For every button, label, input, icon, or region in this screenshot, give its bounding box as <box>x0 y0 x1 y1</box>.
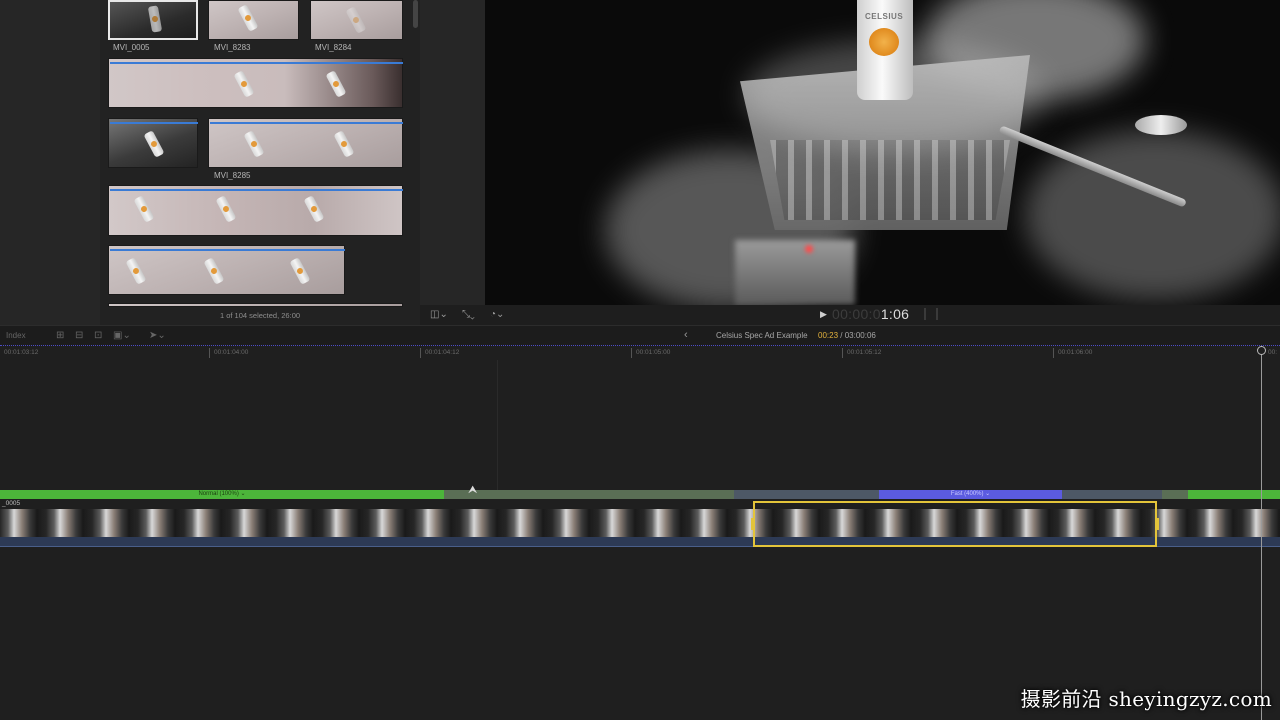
ruler-tick: 00:01:06:00 <box>1058 349 1093 356</box>
celsius-can: CELSIUS <box>857 0 913 100</box>
clip-filmstrip[interactable] <box>108 245 345 295</box>
ruler-tick: 00:01:05:12 <box>847 349 882 356</box>
audio-meter-icon <box>924 308 938 320</box>
media-browser: MVI_0005 MVI_8283 MVI_8284 MVI_8285 1 of… <box>0 0 420 325</box>
clip-thumbnail-mvi-8284[interactable] <box>310 0 403 40</box>
retime-ramp-segment[interactable] <box>734 490 879 499</box>
clip-filmstrip-mvi-8285[interactable] <box>208 118 403 168</box>
skimmer-line <box>497 360 498 490</box>
play-button[interactable]: ▶ <box>820 309 827 320</box>
clip-thumbnail[interactable] <box>108 118 198 168</box>
view-options-icon[interactable]: ◫⌄ <box>430 309 448 320</box>
clip-thumbnail-mvi-0005[interactable] <box>108 0 198 40</box>
watermark: 摄影前沿 sheyingzyz.com <box>1020 687 1272 711</box>
ruler-tick: 00:01:04:12 <box>425 349 460 356</box>
retime-ramp-segment[interactable] <box>444 490 734 499</box>
project-duration: 00:23 / 03:00:06 <box>818 331 876 340</box>
keyword-range-bar <box>110 249 345 251</box>
keyword-range-bar <box>110 189 403 191</box>
retime-ramp-segment[interactable] <box>1062 490 1162 499</box>
insert-clip-icon[interactable]: ⊟ <box>75 330 83 341</box>
playhead[interactable] <box>1261 346 1262 720</box>
fcp-window: MVI_0005 MVI_8283 MVI_8284 MVI_8285 1 of… <box>0 0 1280 720</box>
clip-label: MVI_8283 <box>214 43 251 52</box>
metal-cup <box>1135 115 1187 135</box>
timeline-toolbar: Index ⊞ ⊟ ⊡ ▣⌄ ➤⌄ ‹ Celsius Spec Ad Exam… <box>0 325 1280 345</box>
range-end-handle[interactable] <box>1155 518 1159 530</box>
retime-normal-segment[interactable] <box>1188 490 1280 499</box>
ruler-tick: 00:01:05:00 <box>636 349 671 356</box>
library-sidebar <box>0 0 100 325</box>
overwrite-clip-icon[interactable]: ▣⌄ <box>113 330 131 341</box>
range-selection[interactable] <box>753 501 1157 547</box>
retime-fast-segment[interactable]: Fast (400%) ⌄ <box>879 490 1062 499</box>
speed-gauge-icon[interactable]: ◔⌄ <box>490 309 504 320</box>
orange-graphic <box>869 28 899 56</box>
viewer-canvas: CELSIUS <box>485 0 1280 305</box>
transform-icon[interactable]: ⤡⌄ <box>462 309 475 320</box>
project-name: Celsius Spec Ad Example <box>716 331 808 340</box>
clip-filmstrip[interactable] <box>108 58 403 108</box>
clip-label: MVI_8284 <box>315 43 352 52</box>
ruler-tick: 00:01:03:12 <box>4 349 39 356</box>
viewer-gutter <box>420 0 485 305</box>
clip-filmstrip[interactable] <box>108 185 403 236</box>
can-brand-text: CELSIUS <box>865 12 904 21</box>
index-button[interactable]: Index <box>6 331 26 340</box>
red-light <box>805 245 813 253</box>
connect-clip-icon[interactable]: ⊞ <box>56 330 64 341</box>
timeline-clip-name: _0005 <box>2 500 21 507</box>
playhead-knob[interactable] <box>1257 346 1266 355</box>
clip-label: MVI_8285 <box>214 171 251 180</box>
retime-ramp-segment[interactable] <box>1162 490 1188 499</box>
ruler-tick: 00:01:04:00 <box>214 349 249 356</box>
range-start-handle[interactable] <box>751 518 755 530</box>
append-clip-icon[interactable]: ⊡ <box>94 330 102 341</box>
browser-scrollbar[interactable] <box>413 0 418 28</box>
retime-normal-segment[interactable]: Normal (100%) ⌄ <box>0 490 444 499</box>
keyword-range-bar <box>110 62 403 64</box>
viewer-timecode[interactable]: 00:00:01:06 <box>832 306 909 322</box>
mouse-pointer-icon: ⮝ <box>468 484 478 496</box>
timeline-ruler[interactable]: 00:01:03:12 00:01:04:00 00:01:04:12 00:0… <box>0 345 1280 359</box>
keyword-range-bar <box>210 122 403 124</box>
pedestal <box>735 240 855 305</box>
back-arrow-icon[interactable]: ‹ <box>684 329 688 341</box>
select-tool-icon[interactable]: ➤⌄ <box>149 330 166 341</box>
keyword-range-bar <box>110 122 198 124</box>
clip-thumbnail-mvi-8283[interactable] <box>208 0 299 40</box>
browser-status: 1 of 104 selected, 26:00 <box>219 311 301 320</box>
clip-label: MVI_0005 <box>113 43 150 52</box>
ruler-tick: 00: <box>1268 349 1278 356</box>
viewer-controls: ◫⌄ ⤡⌄ ◔⌄ ▶ 00:00:01:06 <box>420 305 1280 325</box>
